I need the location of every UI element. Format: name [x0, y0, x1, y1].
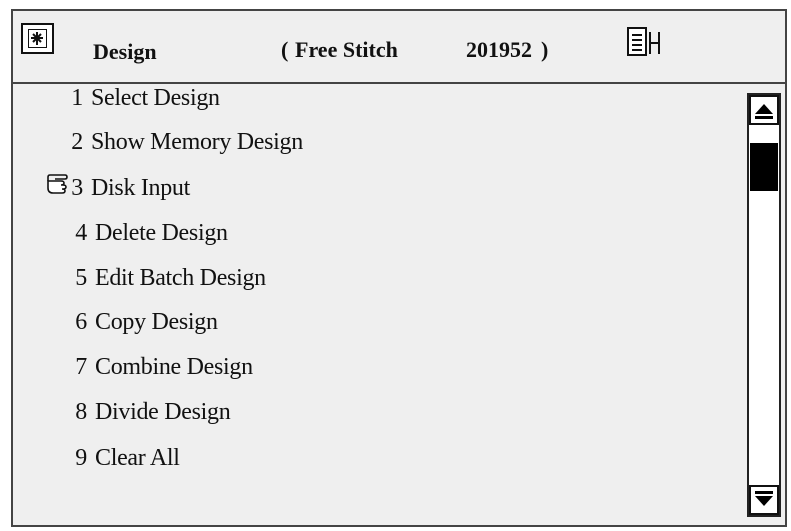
vertical-scrollbar[interactable]: [747, 93, 781, 517]
title-paren-close: ): [541, 37, 549, 62]
menu-item-label: Select Design: [91, 85, 220, 111]
menu-item-label: Edit Batch Design: [95, 265, 266, 291]
title-mode: Free Stitch: [295, 37, 398, 62]
menu-item-number: 6: [75, 309, 87, 335]
menu-item-number: 8: [75, 399, 87, 425]
hand-pointer-icon: [47, 174, 68, 194]
menu-item-label: Divide Design: [95, 399, 231, 425]
menu-item-label: Combine Design: [95, 354, 253, 380]
app-menu-icon[interactable]: [21, 23, 54, 54]
menu-item-2[interactable]: 2 Show Memory Design: [61, 129, 303, 169]
menu-item-label: Show Memory Design: [91, 129, 303, 155]
menu-item-label: Delete Design: [95, 220, 228, 246]
title-paren-open: (: [281, 37, 289, 62]
menu-item-6[interactable]: 6 Copy Design: [65, 309, 218, 349]
page-title: Design: [93, 39, 157, 64]
triangle-down-icon: [755, 491, 773, 506]
scroll-down-button[interactable]: [749, 485, 779, 515]
menu-list: 1 Select Design 2 Show Memory Design 3 Disk…: [13, 82, 785, 525]
menu-item-number: 1: [71, 85, 83, 111]
scroll-thumb[interactable]: [750, 143, 778, 191]
menu-item-4[interactable]: 4 Delete Design: [65, 220, 228, 260]
design-menu-window: Design ( Free Stitch 201952 ) 1 Select De…: [11, 9, 787, 527]
document-list-icon[interactable]: [627, 27, 667, 57]
scroll-up-button[interactable]: [749, 95, 779, 125]
menu-item-label: Disk Input: [91, 175, 191, 201]
menu-item-8[interactable]: 8 Divide Design: [65, 399, 230, 439]
title-code: 201952: [466, 37, 532, 62]
menu-item-7[interactable]: 7 Combine Design: [65, 354, 253, 394]
menu-item-3[interactable]: 3 Disk Input: [61, 175, 190, 215]
menu-item-1[interactable]: 1 Select Design: [61, 85, 220, 125]
menu-item-number: 5: [75, 265, 87, 291]
menu-item-number: 4: [75, 220, 87, 246]
triangle-up-icon: [755, 104, 773, 119]
menu-item-label: Copy Design: [95, 309, 218, 335]
menu-item-number: 9: [75, 445, 87, 471]
menu-item-number: 2: [71, 129, 83, 155]
menu-item-label: Clear All: [95, 445, 180, 471]
menu-item-5[interactable]: 5 Edit Batch Design: [65, 265, 266, 305]
title-bar: Design ( Free Stitch 201952 ): [13, 11, 785, 84]
menu-item-9[interactable]: 9 Clear All: [65, 445, 180, 485]
menu-item-number: 7: [75, 354, 87, 380]
